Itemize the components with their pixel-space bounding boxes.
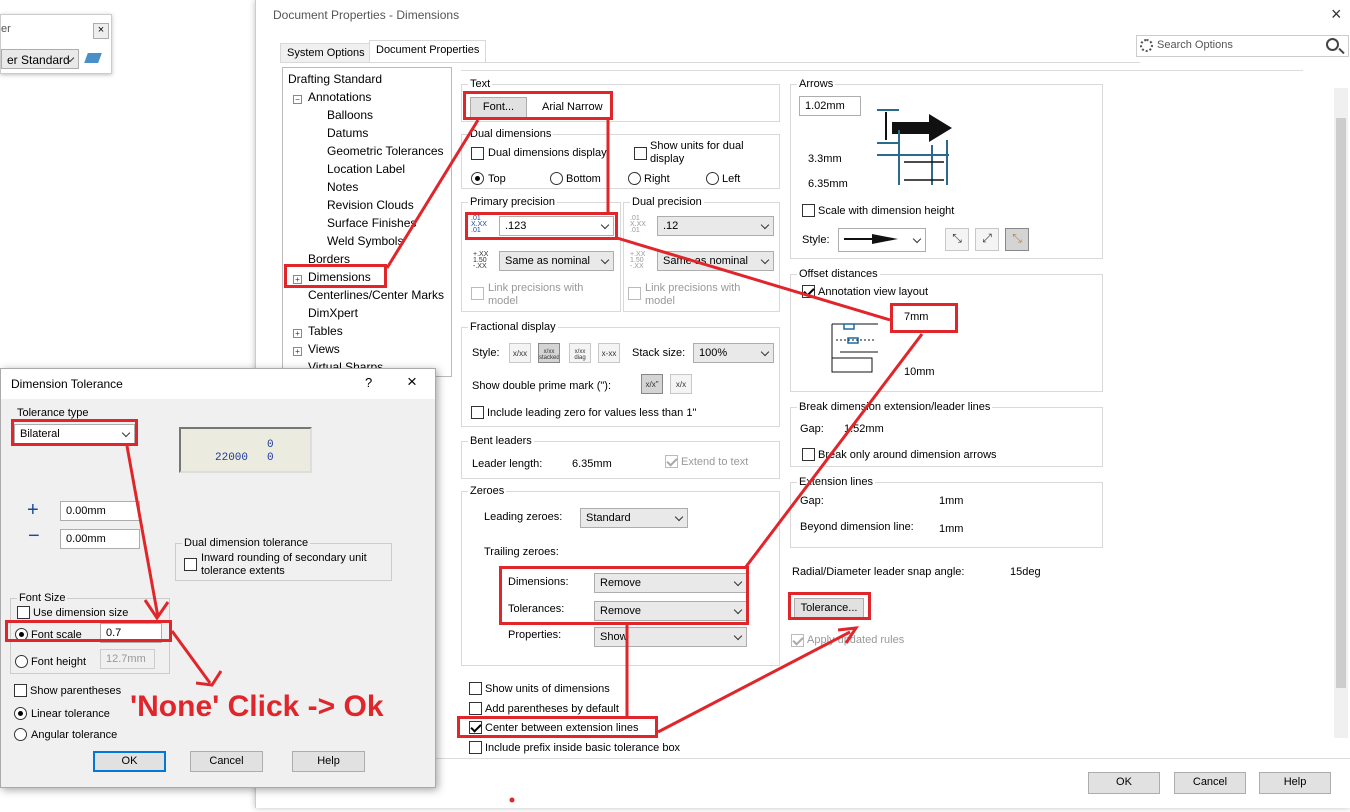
annotation-text: 'None' Click -> Ok [130, 690, 384, 723]
